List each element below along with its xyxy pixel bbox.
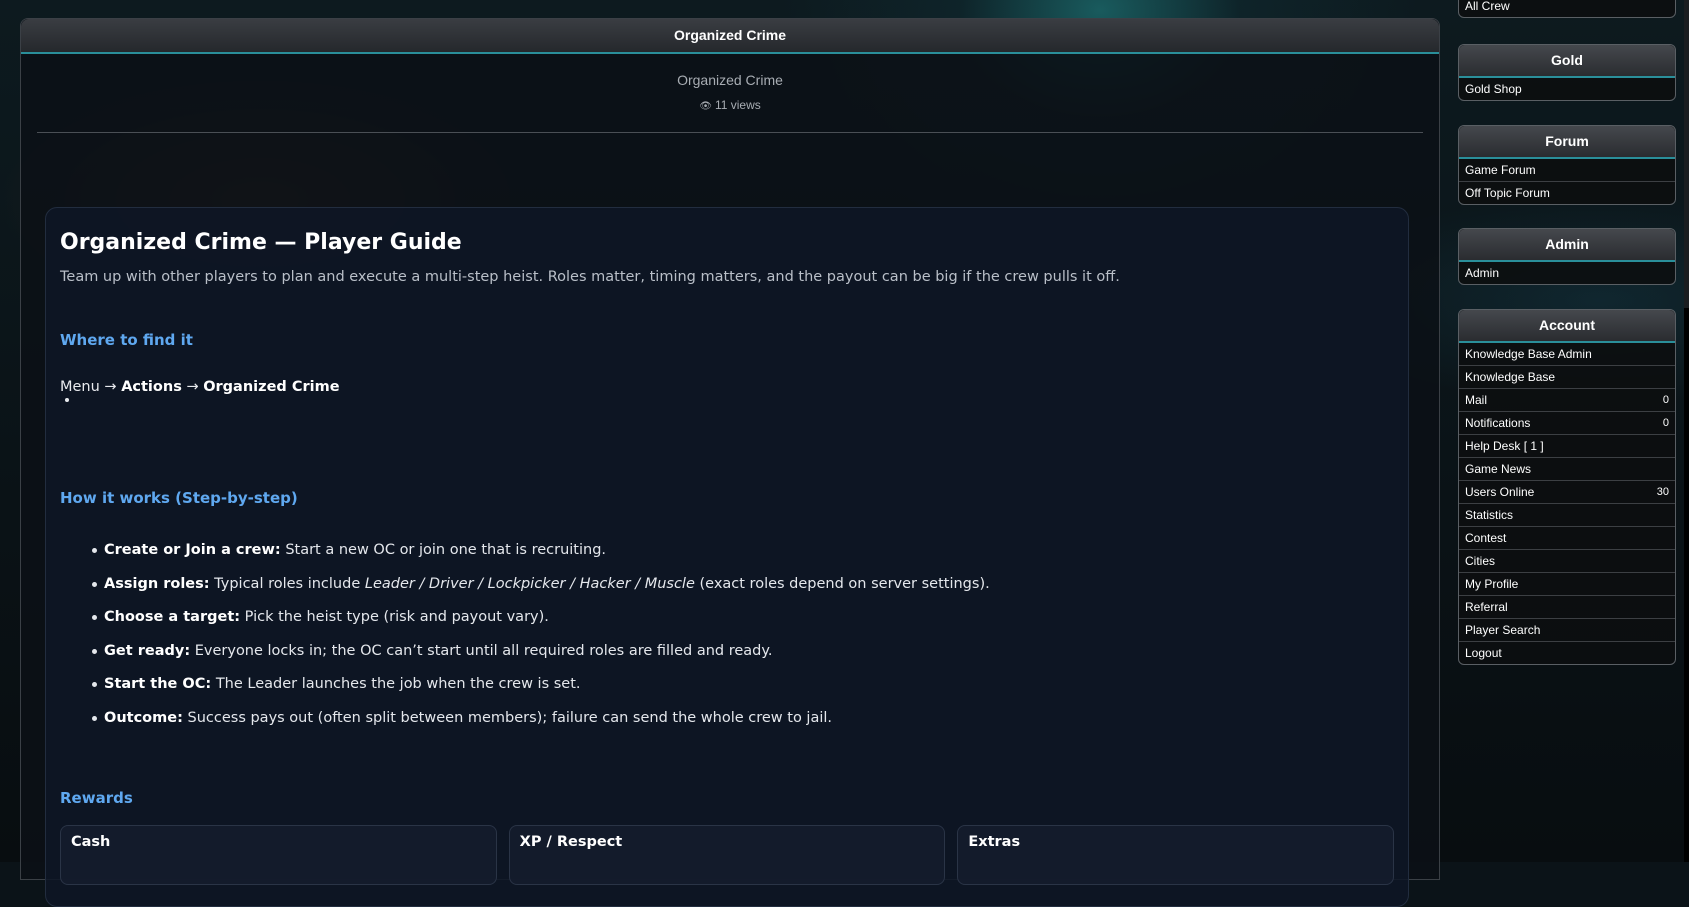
guide-card: Organized Crime — Player Guide Team up w… bbox=[45, 207, 1409, 907]
step-label: Choose a target: bbox=[104, 609, 241, 626]
bullet-dot bbox=[65, 398, 69, 402]
forum-title: Forum bbox=[1459, 126, 1675, 159]
reward-card-cash: Cash bbox=[60, 824, 497, 885]
step-roles: Leader / Driver / Lockpicker / Hacker / … bbox=[364, 575, 695, 592]
crew-box: All Crew bbox=[1458, 0, 1676, 18]
step-text: Success pays out (often split between me… bbox=[187, 709, 833, 726]
gold-title: Gold bbox=[1459, 45, 1675, 78]
list-item: Get ready: Everyone locks in; the OC can… bbox=[92, 642, 1394, 676]
step-text: (exact roles depend on server settings). bbox=[699, 575, 990, 592]
sidebar-item-help-desk[interactable]: Help Desk [ 1 ] bbox=[1459, 435, 1675, 458]
step-text: Everyone locks in; the OC can’t start un… bbox=[194, 642, 773, 659]
sidebar-item-game-news[interactable]: Game News bbox=[1459, 458, 1675, 481]
step-label: Assign roles: bbox=[104, 575, 210, 592]
account-title: Account bbox=[1459, 310, 1675, 343]
sidebar-item-notifications[interactable]: Notifications 0 bbox=[1459, 412, 1675, 435]
guide-intro: Team up with other players to plan and e… bbox=[60, 269, 1120, 285]
divider bbox=[37, 132, 1423, 133]
page-scrollbar[interactable] bbox=[1684, 0, 1689, 862]
sidebar-item-mail[interactable]: Mail 0 bbox=[1459, 389, 1675, 412]
list-item: Assign roles: Typical roles include Lead… bbox=[92, 575, 1394, 609]
scrollbar-thumb[interactable] bbox=[1684, 308, 1689, 862]
step-label: Create or Join a crew: bbox=[104, 542, 281, 558]
sidebar-item-label: Admin bbox=[1465, 266, 1500, 280]
sidebar-item-player-search[interactable]: Player Search bbox=[1459, 619, 1675, 642]
sidebar-item-cities[interactable]: Cities bbox=[1459, 550, 1675, 573]
sidebar-item-label: All Crew bbox=[1465, 0, 1510, 13]
reward-card-xp: XP / Respect bbox=[508, 824, 946, 885]
sidebar-item-label: Game News bbox=[1465, 462, 1532, 476]
list-item: Start the OC: The Leader launches the jo… bbox=[92, 675, 1394, 709]
menu-path-menu: Menu bbox=[60, 379, 100, 395]
main-panel: Organized Crime Organized Crime 👁 11 view… bbox=[20, 18, 1440, 907]
sidebar-item-label: Knowledge Base Admin bbox=[1465, 347, 1592, 361]
sidebar-item-off-topic-forum[interactable]: Off Topic Forum bbox=[1459, 182, 1675, 204]
sidebar-item-admin[interactable]: Admin bbox=[1459, 262, 1675, 284]
step-text: Pick the heist type (risk and payout var… bbox=[244, 609, 549, 626]
list-item: Choose a target: Pick the heist type (ri… bbox=[92, 608, 1394, 642]
sidebar-item-label: Logout bbox=[1465, 646, 1502, 660]
arrow-icon: → bbox=[186, 379, 199, 395]
sidebar-item-contest[interactable]: Contest bbox=[1459, 527, 1675, 550]
admin-title: Admin bbox=[1459, 229, 1675, 262]
step-text: The Leader launches the job when the cre… bbox=[215, 676, 581, 693]
admin-box: Admin Admin bbox=[1458, 228, 1676, 285]
gold-box: Gold Gold Shop bbox=[1458, 44, 1676, 101]
sidebar-item-label: Mail bbox=[1465, 393, 1488, 407]
views-counter: 👁 11 views bbox=[21, 98, 1439, 112]
rewards-row: Cash XP / Respect Extras bbox=[60, 824, 1395, 885]
mail-count: 0 bbox=[1662, 394, 1669, 406]
sidebar-item-label: Contest bbox=[1465, 531, 1507, 545]
sidebar-item-label: Cities bbox=[1465, 554, 1496, 568]
sidebar-item-statistics[interactable]: Statistics bbox=[1459, 504, 1675, 527]
sidebar-item-label: Player Search bbox=[1465, 623, 1541, 637]
sidebar-item-label: Help Desk [ 1 ] bbox=[1465, 439, 1544, 453]
how-heading: How it works (Step-by-step) bbox=[60, 489, 298, 507]
step-text: Start a new OC or join one that is recru… bbox=[285, 542, 607, 558]
sidebar-item-label: Game Forum bbox=[1465, 163, 1536, 177]
panel-header: Organized Crime bbox=[21, 19, 1439, 54]
sidebar-item-label: Knowledge Base bbox=[1465, 370, 1556, 384]
steps-list: Create or Join a crew: Start a new OC or… bbox=[60, 541, 1394, 743]
notifications-count: 0 bbox=[1662, 417, 1669, 429]
sidebar-item-label: Statistics bbox=[1465, 508, 1514, 522]
step-label: Start the OC: bbox=[104, 676, 212, 693]
sidebar-item-label: Off Topic Forum bbox=[1465, 186, 1550, 200]
list-item: Create or Join a crew: Start a new OC or… bbox=[92, 541, 1394, 575]
sidebar-item-label: Gold Shop bbox=[1465, 82, 1522, 96]
rewards-heading: Rewards bbox=[60, 788, 133, 807]
sidebar-item-label: My Profile bbox=[1465, 577, 1519, 591]
sidebar-item-knowledge-base-admin[interactable]: Knowledge Base Admin bbox=[1459, 343, 1675, 366]
page-title: Organized Crime bbox=[677, 72, 783, 88]
where-heading: Where to find it bbox=[60, 331, 193, 349]
sidebar-item-game-forum[interactable]: Game Forum bbox=[1459, 159, 1675, 182]
eye-icon: 👁 bbox=[699, 101, 712, 112]
step-text: Typical roles include bbox=[214, 575, 361, 592]
sidebar-item-gold-shop[interactable]: Gold Shop bbox=[1459, 78, 1675, 100]
sidebar-item-knowledge-base[interactable]: Knowledge Base bbox=[1459, 366, 1675, 389]
sidebar-item-users-online[interactable]: Users Online 30 bbox=[1459, 481, 1675, 504]
step-label: Get ready: bbox=[104, 642, 191, 659]
list-item: Outcome: Success pays out (often split b… bbox=[92, 709, 1394, 743]
guide-title: Organized Crime — Player Guide bbox=[60, 230, 462, 255]
sidebar-item-label: Users Online bbox=[1465, 485, 1535, 499]
step-label: Outcome: bbox=[104, 709, 183, 726]
menu-path-actions: Actions bbox=[121, 379, 182, 395]
sidebar-item-label: Referral bbox=[1465, 600, 1508, 614]
sidebar-item-all-crew[interactable]: All Crew bbox=[1459, 0, 1675, 17]
views-text: 11 views bbox=[714, 98, 761, 112]
menu-path: Menu → Actions → Organized Crime bbox=[60, 379, 1394, 402]
sidebar-item-my-profile[interactable]: My Profile bbox=[1459, 573, 1675, 596]
reward-card-extras: Extras bbox=[957, 824, 1395, 885]
forum-box: Forum Game Forum Off Topic Forum bbox=[1458, 125, 1676, 205]
users-online-count: 30 bbox=[1656, 486, 1669, 498]
arrow-icon: → bbox=[104, 379, 117, 395]
sidebar-item-referral[interactable]: Referral bbox=[1459, 596, 1675, 619]
sidebar-item-logout[interactable]: Logout bbox=[1459, 642, 1675, 664]
menu-path-organized-crime: Organized Crime bbox=[203, 379, 340, 395]
account-box: Account Knowledge Base Admin Knowledge B… bbox=[1458, 309, 1676, 665]
sidebar-item-label: Notifications bbox=[1465, 416, 1531, 430]
